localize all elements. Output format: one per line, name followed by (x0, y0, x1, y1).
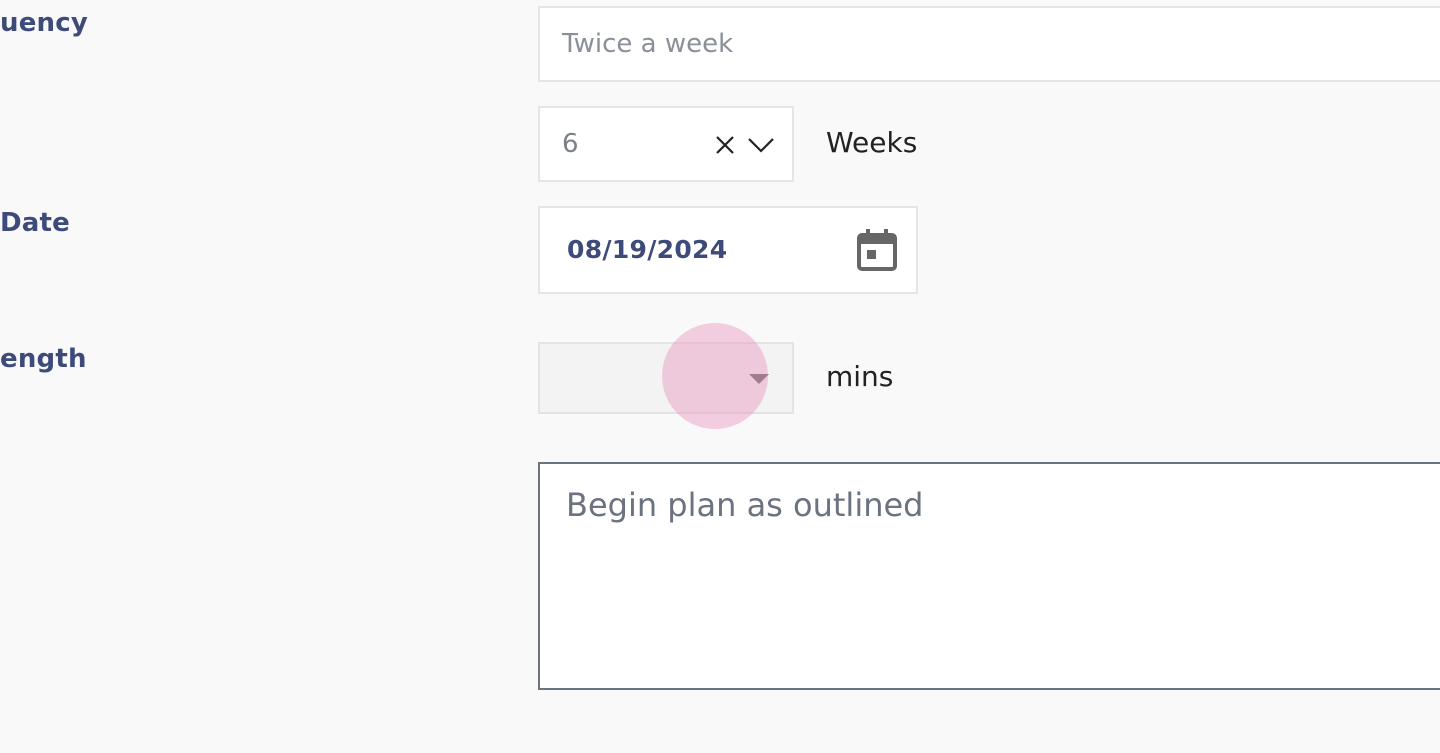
calendar-icon[interactable] (857, 229, 897, 271)
duration-value: 6 (562, 129, 579, 159)
start-date-value: 08/19/2024 (567, 235, 728, 264)
session-length-select[interactable] (538, 342, 794, 414)
session-length-unit: mins (826, 360, 894, 393)
start-date-label: Date (0, 208, 70, 238)
close-icon[interactable] (713, 133, 737, 157)
frequency-label: uency (0, 8, 89, 38)
caret-down-icon[interactable] (749, 374, 769, 384)
frequency-input[interactable]: Twice a week (538, 6, 1440, 82)
session-length-label: ength (0, 344, 87, 374)
chevron-down-icon[interactable] (746, 132, 776, 158)
duration-unit: Weeks (826, 126, 918, 159)
start-date-input[interactable]: 08/19/2024 (538, 206, 918, 294)
treatment-plan-form: uency Twice a week 6 Weeks Date 08/19/20… (0, 0, 1440, 753)
duration-select[interactable]: 6 (538, 106, 794, 182)
notes-textarea[interactable]: Begin plan as outlined (538, 462, 1440, 690)
